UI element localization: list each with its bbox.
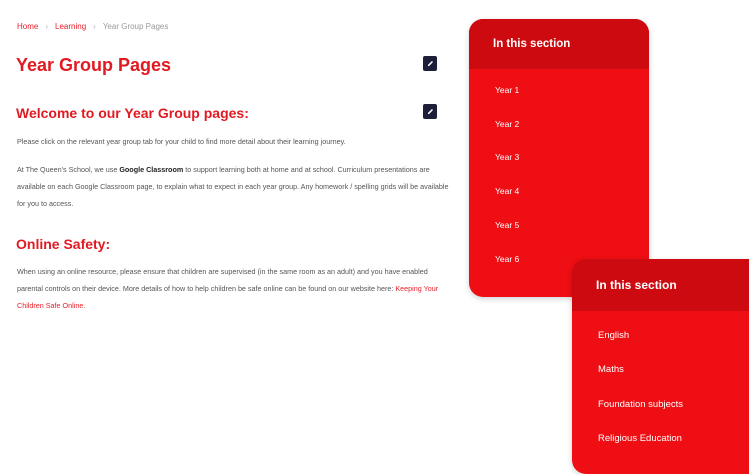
edit-title-button[interactable]	[423, 56, 437, 71]
sidebar-item-year-6[interactable]: Year 6	[495, 254, 519, 264]
classroom-text-start: At The Queen's School, we use	[17, 165, 120, 174]
edit-welcome-button[interactable]	[423, 104, 437, 119]
breadcrumb-separator: ›	[45, 22, 49, 31]
sidebar-item-year-4[interactable]: Year 4	[495, 186, 519, 196]
google-classroom-bold: Google Classroom	[119, 165, 184, 174]
section-nav-panel: In this section Year 1 Year 2 Year 3 Yea…	[469, 19, 649, 297]
welcome-heading: Welcome to our Year Group pages:	[16, 105, 249, 121]
breadcrumb-separator: ›	[93, 22, 96, 31]
subject-nav-title: In this section	[572, 259, 749, 311]
breadcrumb-learning-link[interactable]: Learning	[55, 22, 86, 31]
sidebar-item-foundation-subjects[interactable]: Foundation subjects	[598, 399, 683, 410]
pencil-icon	[427, 60, 433, 67]
sidebar-item-year-1[interactable]: Year 1	[495, 85, 519, 95]
sidebar-item-maths[interactable]: Maths	[598, 364, 624, 375]
safety-text-end: .	[83, 301, 86, 310]
online-safety-text: When using an online resource, please en…	[17, 263, 449, 314]
sidebar-item-year-5[interactable]: Year 5	[495, 220, 519, 230]
breadcrumb: Home › Learning › Year Group Pages	[17, 22, 168, 31]
online-safety-heading: Online Safety:	[16, 236, 111, 252]
page-title: Year Group Pages	[16, 55, 172, 75]
safety-text-start: When using an online resource, please en…	[17, 267, 428, 293]
sidebar-item-religious-education[interactable]: Religious Education	[598, 433, 682, 444]
sidebar-item-year-3[interactable]: Year 3	[495, 152, 519, 162]
welcome-classroom-text: At The Queen's School, we use Google Cla…	[17, 161, 449, 212]
subject-nav-panel: In this section English Maths Foundation…	[572, 259, 749, 474]
sidebar-item-english[interactable]: English	[598, 330, 629, 341]
welcome-intro-text: Please click on the relevant year group …	[17, 137, 346, 146]
pencil-icon	[427, 108, 433, 115]
sidebar-item-year-2[interactable]: Year 2	[495, 119, 519, 129]
section-nav-title: In this section	[469, 19, 649, 69]
breadcrumb-home-link[interactable]: Home	[17, 22, 38, 31]
breadcrumb-current: Year Group Pages	[102, 22, 169, 31]
